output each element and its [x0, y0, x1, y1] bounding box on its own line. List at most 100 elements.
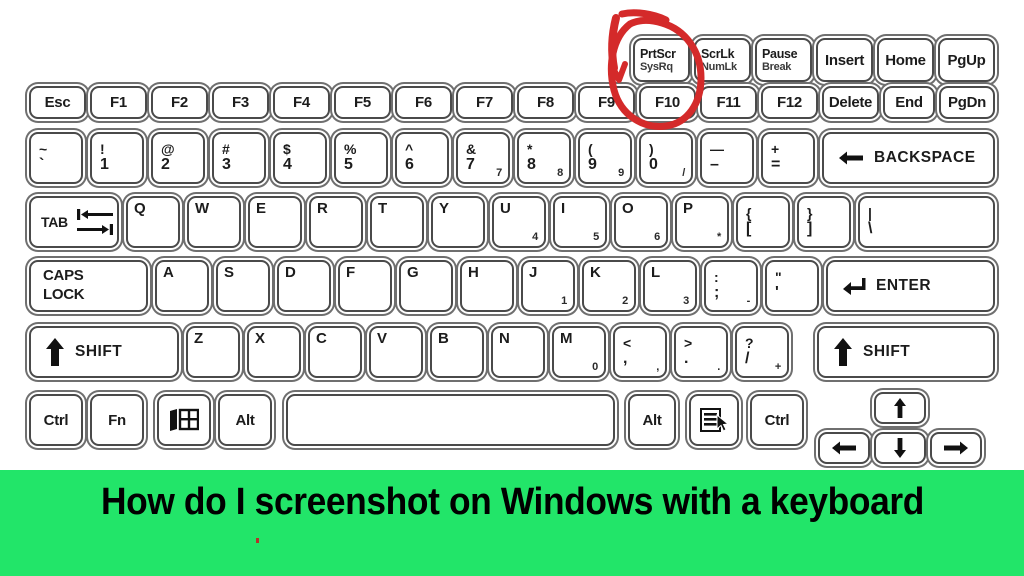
key-scrlk[interactable]: ScrLk NumLk [694, 38, 751, 82]
key-u[interactable]: U4 [492, 196, 546, 248]
key-label-base: \ [868, 220, 873, 238]
key-n[interactable]: N [491, 326, 545, 378]
key-c[interactable]: C [308, 326, 362, 378]
key-f1[interactable]: F1 [90, 86, 147, 119]
key-semicolon[interactable]: :; - [704, 260, 758, 312]
key-eight[interactable]: * 8 8 [517, 132, 571, 184]
key-f11[interactable]: F11 [700, 86, 757, 119]
key-pgdn[interactable]: PgDn [939, 86, 995, 119]
key-seven[interactable]: & 7 7 [456, 132, 510, 184]
key-period[interactable]: >.. [674, 326, 728, 378]
key-f8[interactable]: F8 [517, 86, 574, 119]
key-capslock[interactable]: CAPS LOCK [29, 260, 148, 312]
key-three[interactable]: #3 [212, 132, 266, 184]
key-two[interactable]: @2 [151, 132, 205, 184]
key-insert[interactable]: Insert [816, 38, 873, 82]
key-f3[interactable]: F3 [212, 86, 269, 119]
key-l[interactable]: L3 [643, 260, 697, 312]
key-end[interactable]: End [883, 86, 935, 119]
key-arrow-up[interactable] [874, 392, 926, 424]
key-h[interactable]: H [460, 260, 514, 312]
key-fn[interactable]: Fn [90, 394, 144, 446]
key-backslash[interactable]: | \ [858, 196, 995, 248]
key-pgup[interactable]: PgUp [938, 38, 995, 82]
key-esc[interactable]: Esc [29, 86, 86, 119]
key-backspace[interactable]: BACKSPACE [822, 132, 995, 184]
key-arrow-left[interactable] [818, 432, 870, 464]
key-delete[interactable]: Delete [822, 86, 879, 119]
key-x[interactable]: X [247, 326, 301, 378]
key-f2[interactable]: F2 [151, 86, 208, 119]
key-v[interactable]: V [369, 326, 423, 378]
key-numpad-overlay: 5 [593, 231, 599, 243]
key-q[interactable]: Q [126, 196, 180, 248]
key-five[interactable]: % 5 [334, 132, 388, 184]
key-home[interactable]: Home [877, 38, 934, 82]
key-label: F11 [716, 94, 741, 111]
key-z[interactable]: Z [186, 326, 240, 378]
key-rbracket[interactable]: }] [797, 196, 851, 248]
key-label-base: 7 [466, 156, 475, 174]
key-rshift[interactable]: SHIFT [817, 326, 995, 378]
key-a[interactable]: A [155, 260, 209, 312]
key-lbracket[interactable]: {[ [736, 196, 790, 248]
key-label: TAB [41, 214, 68, 230]
key-four[interactable]: $4 [273, 132, 327, 184]
key-f7[interactable]: F7 [456, 86, 513, 119]
key-y[interactable]: Y [431, 196, 485, 248]
key-p[interactable]: P * [675, 196, 729, 248]
key-arrow-down[interactable] [874, 432, 926, 464]
key-label-shifted: * [527, 141, 533, 158]
key-o[interactable]: O6 [614, 196, 668, 248]
key-label: F6 [415, 94, 432, 111]
caption-red-dot [256, 538, 259, 543]
key-pause[interactable]: Pause Break [755, 38, 812, 82]
key-slash[interactable]: ? / + [735, 326, 789, 378]
key-menu[interactable] [689, 394, 739, 446]
key-s[interactable]: S [216, 260, 270, 312]
key-lctrl[interactable]: Ctrl [29, 394, 83, 446]
key-f10[interactable]: F10 [639, 86, 696, 119]
shift-up-arrow-icon [45, 337, 65, 367]
key-i[interactable]: I5 [553, 196, 607, 248]
key-d[interactable]: D [277, 260, 331, 312]
key-w[interactable]: W [187, 196, 241, 248]
windows-logo-icon [169, 408, 199, 432]
key-b[interactable]: B [430, 326, 484, 378]
key-zero[interactable]: ) 0 / [639, 132, 693, 184]
key-f12[interactable]: F12 [761, 86, 818, 119]
key-lalt[interactable]: Alt [218, 394, 272, 446]
key-f5[interactable]: F5 [334, 86, 391, 119]
key-six[interactable]: ^ 6 [395, 132, 449, 184]
key-tab[interactable]: TAB [29, 196, 119, 248]
key-ralt[interactable]: Alt [628, 394, 676, 446]
key-equals[interactable]: + = [761, 132, 815, 184]
key-e[interactable]: E [248, 196, 302, 248]
key-f6[interactable]: F6 [395, 86, 452, 119]
key-label: T [378, 200, 387, 217]
key-quote[interactable]: " ' [765, 260, 819, 312]
key-r[interactable]: R [309, 196, 363, 248]
key-f9[interactable]: F9 [578, 86, 635, 119]
key-space[interactable] [286, 394, 615, 446]
key-f[interactable]: F [338, 260, 392, 312]
key-g[interactable]: G [399, 260, 453, 312]
key-minus[interactable]: — – [700, 132, 754, 184]
key-enter[interactable]: ENTER [826, 260, 995, 312]
key-k[interactable]: K2 [582, 260, 636, 312]
key-f4[interactable]: F4 [273, 86, 330, 119]
key-j[interactable]: J1 [521, 260, 575, 312]
key-label: S [224, 264, 234, 281]
key-prtscr[interactable]: PrtScr SysRq [633, 38, 690, 82]
key-nine[interactable]: (9 9 [578, 132, 632, 184]
key-m[interactable]: M0 [552, 326, 606, 378]
key-one[interactable]: ! 1 [90, 132, 144, 184]
key-lshift[interactable]: SHIFT [29, 326, 179, 378]
key-backtick[interactable]: ~ ` [29, 132, 83, 184]
key-comma[interactable]: <,, [613, 326, 667, 378]
key-rctrl[interactable]: Ctrl [750, 394, 804, 446]
key-arrow-right[interactable] [930, 432, 982, 464]
key-t[interactable]: T [370, 196, 424, 248]
key-label: F12 [777, 94, 802, 111]
key-win[interactable] [157, 394, 211, 446]
